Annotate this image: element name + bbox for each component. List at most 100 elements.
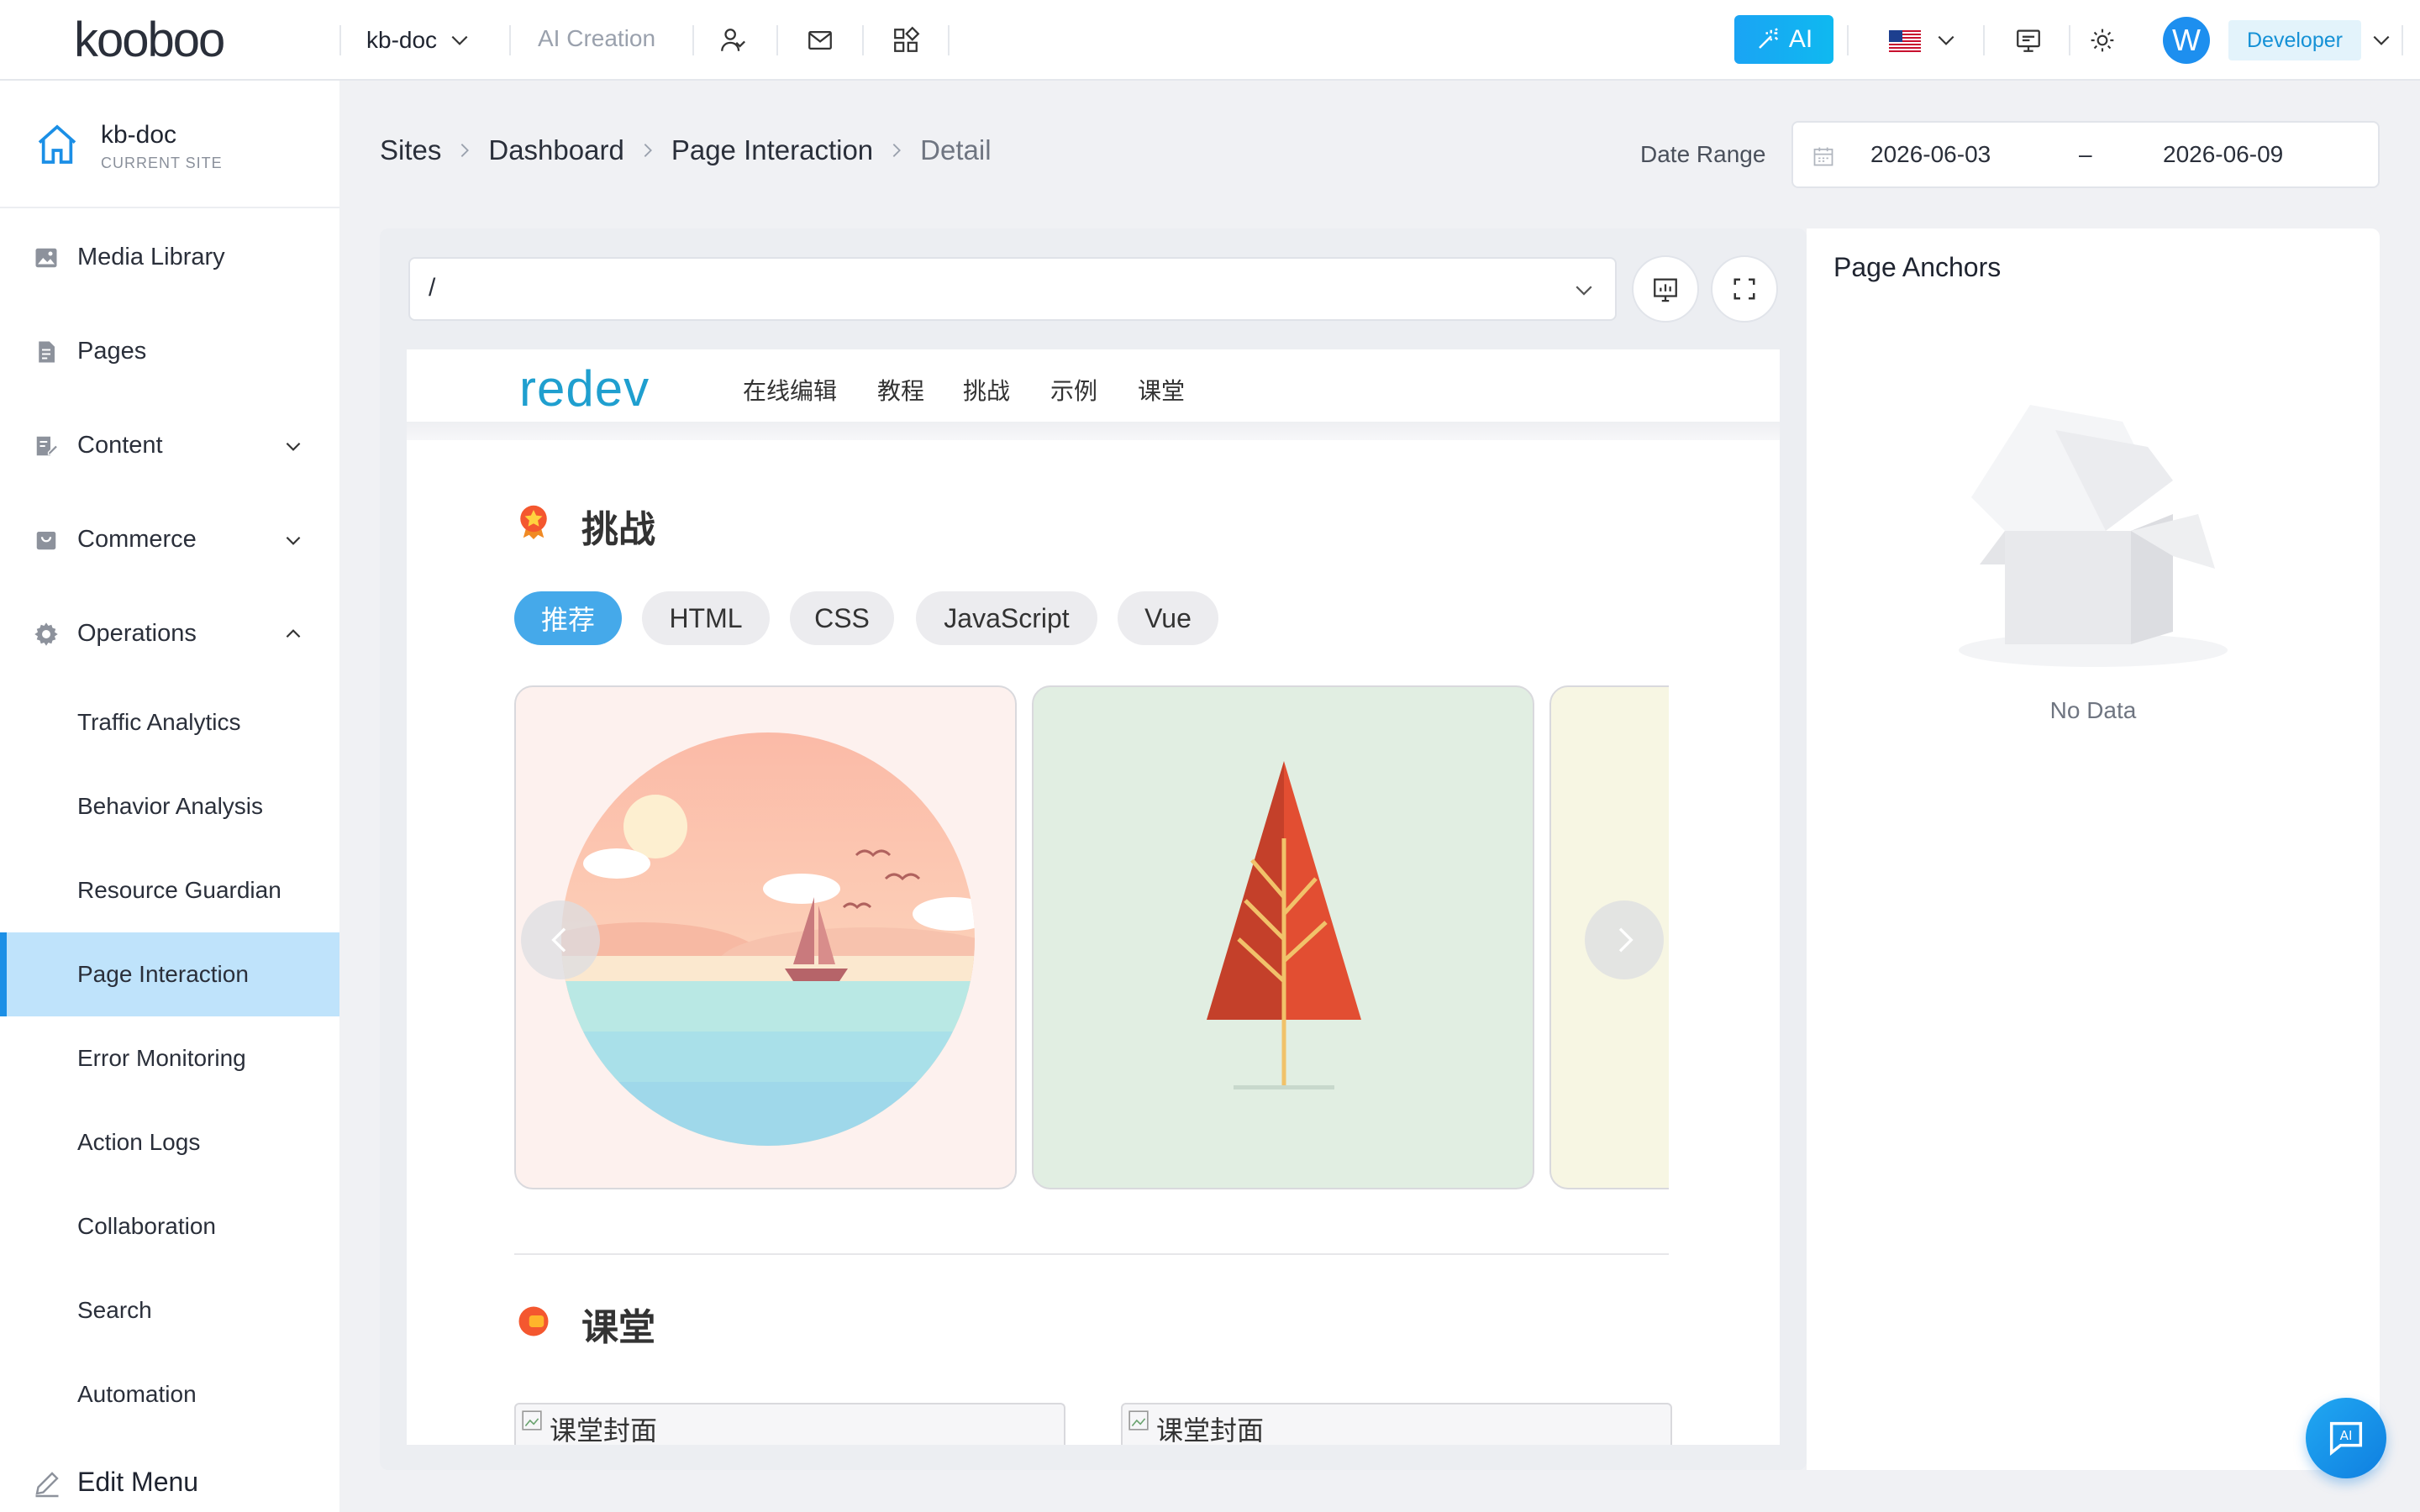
chevron-down-icon[interactable] [1929,24,1963,57]
divider [339,25,341,55]
heatmap-toggle-button[interactable] [1632,255,1699,323]
page-preview[interactable]: redev 在线编辑 教程 挑战 示例 课堂 挑战 推荐 HTML CSS Ja… [407,349,1780,1445]
sidebar-item-page-interaction[interactable]: Page Interaction [0,932,339,1016]
edit-menu-label: Edit Menu [77,1467,199,1497]
sidebar-item-pages[interactable]: Pages [0,309,339,393]
ai-chat-button[interactable]: AI [2306,1398,2386,1478]
sidebar-item-label: Automation [77,1381,197,1407]
sidebar-item-automation[interactable]: Automation [0,1352,339,1436]
site-subtitle: CURRENT SITE [101,155,223,171]
sidebar-item-label: Operations [77,619,197,647]
fullscreen-button[interactable] [1711,255,1778,323]
role-badge[interactable]: Developer [2228,20,2361,60]
sidebar-item-label: Content [77,431,163,459]
carousel-next-button[interactable] [1585,900,1664,979]
sidebar-item-traffic-analytics[interactable]: Traffic Analytics [0,680,339,764]
date-separator: – [2079,141,2092,167]
chevron-right-icon [441,141,488,160]
page-url-value: / [429,274,436,302]
preview-menu-item[interactable]: 课堂 [1138,373,1185,407]
filter-tab-recommended[interactable]: 推荐 [514,591,622,645]
sidebar-item-error-monitoring[interactable]: Error Monitoring [0,1016,339,1100]
preview-menu-item[interactable]: 示例 [1050,373,1097,407]
chart-icon [1654,278,1677,302]
challenge-card[interactable] [1032,685,1534,1189]
broken-image-icon [522,1410,542,1431]
sidebar-item-label: Search [77,1297,152,1323]
top-bar: kooboo kb-doc AI Creation AI W Developer [0,0,2420,81]
filter-tab-html[interactable]: HTML [642,591,770,645]
course-cover-alt: 课堂封面 [550,1415,658,1445]
challenge-section-title: 挑战 [581,509,655,550]
image-icon [35,248,57,268]
breadcrumb-dashboard[interactable]: Dashboard [488,134,623,166]
sidebar-item-content[interactable]: Content [0,403,339,487]
home-icon [38,124,76,164]
breadcrumb-sites[interactable]: Sites [380,134,441,166]
sidebar-item-resource-guardian[interactable]: Resource Guardian [0,848,339,932]
us-flag-icon[interactable] [1889,30,1921,52]
sun-icon[interactable] [2086,24,2119,57]
svg-text:AI: AI [2340,1428,2353,1443]
date-range-label: Date Range [1640,141,1766,167]
filter-tab-css[interactable]: CSS [790,591,894,645]
sidebar-item-media-library[interactable]: Media Library [0,215,339,299]
chevron-down-icon [286,536,301,545]
section-divider [514,1253,1669,1255]
fullscreen-icon [1733,278,1755,300]
sidebar-item-operations[interactable]: Operations [0,591,339,675]
date-range-picker[interactable]: 2026-06-03 – 2026-06-09 [1791,121,2380,188]
sidebar-item-behavior-analysis[interactable]: Behavior Analysis [0,764,339,848]
date-start-input[interactable]: 2026-06-03 [1870,141,1991,168]
current-site[interactable]: kb-doc CURRENT SITE [0,81,339,208]
chevron-down-icon [451,35,468,45]
avatar[interactable]: W [2163,17,2210,64]
ai-chat-icon: AI [2329,1421,2363,1456]
course-cover-alt: 课堂封面 [1156,1415,1265,1445]
classroom-icon [518,1306,549,1336]
carousel-prev-button[interactable] [521,900,600,979]
no-data-text: No Data [2049,697,2137,723]
chevron-right-icon [873,141,920,160]
preview-menu-item[interactable]: 挑战 [963,373,1010,407]
divider [2069,25,2070,55]
tree-illustration [1207,761,1361,1089]
filter-tab-javascript[interactable]: JavaScript [916,591,1097,645]
filter-tab-vue[interactable]: Vue [1118,591,1218,645]
ai-creation-link[interactable]: AI Creation [538,25,655,52]
apps-grid-icon[interactable] [889,24,923,57]
ai-button[interactable]: AI [1734,15,1833,64]
sidebar-item-label: Resource Guardian [77,877,281,903]
preview-menu-item[interactable]: 在线编辑 [743,373,837,407]
monitor-icon[interactable] [2012,24,2045,57]
site-switcher[interactable]: kb-doc [366,24,471,57]
redev-logo[interactable]: redev [519,360,650,417]
breadcrumb-page-interaction[interactable]: Page Interaction [671,134,873,166]
edit-menu-button[interactable]: Edit Menu [0,1458,339,1509]
broken-image-icon [1128,1410,1149,1431]
page-anchors-title: Page Anchors [1833,252,2002,282]
site-name: kb-doc [101,121,177,149]
sidebar-item-search[interactable]: Search [0,1268,339,1352]
sidebar-item-collaboration[interactable]: Collaboration [0,1184,339,1268]
sidebar: kb-doc CURRENT SITE Media Library Pages … [0,81,339,1512]
kooboo-logo[interactable]: kooboo [74,12,225,68]
sidebar-item-commerce[interactable]: Commerce [0,497,339,581]
date-end-input[interactable]: 2026-06-09 [2163,141,2283,168]
course-cover-image[interactable]: 课堂封面 [514,1403,1065,1445]
preview-menu-item[interactable]: 教程 [877,373,924,407]
chevron-down-icon[interactable] [2365,24,2398,57]
medal-icon [520,505,547,539]
course-cover-image[interactable]: 课堂封面 [1121,1403,1672,1445]
file-icon [39,341,55,363]
users-icon[interactable] [716,24,750,57]
divider [1983,25,1985,55]
sidebar-item-action-logs[interactable]: Action Logs [0,1100,339,1184]
pencil-icon [35,1472,59,1498]
page-url-select[interactable]: / [408,257,1617,321]
bag-icon [36,532,56,550]
mail-icon[interactable] [803,24,837,57]
sidebar-item-label: Traffic Analytics [77,709,241,735]
sidebar-item-label: Collaboration [77,1213,216,1239]
sidebar-item-label: Behavior Analysis [77,793,264,819]
